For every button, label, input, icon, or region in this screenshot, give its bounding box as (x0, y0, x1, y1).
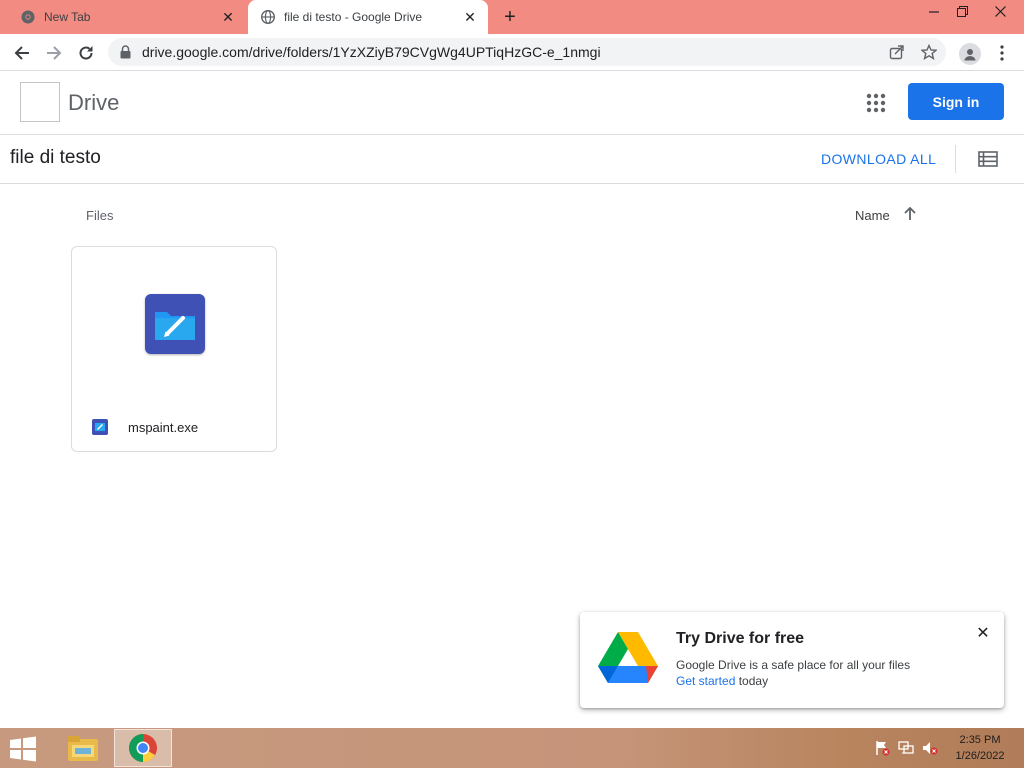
promo-description: Google Drive is a safe place for all you… (676, 658, 911, 672)
tab-new-tab[interactable]: New Tab ✕ (8, 0, 246, 34)
clock-date: 1/26/2022 (955, 750, 1005, 762)
clock-time: 2:35 PM (959, 734, 1001, 746)
bookmark-star-icon[interactable] (920, 43, 938, 61)
lock-icon[interactable] (120, 45, 131, 64)
windows-taskbar: 2:35 PM 1/26/2022 (0, 728, 1024, 768)
windows-start-icon[interactable] (8, 736, 38, 762)
google-apps-grid-icon[interactable] (865, 92, 887, 114)
tab-title: New Tab (44, 10, 91, 24)
close-window-icon[interactable] (984, 0, 1016, 22)
restore-icon[interactable] (946, 0, 978, 22)
reload-icon[interactable] (72, 39, 100, 67)
get-started-link[interactable]: Get started (676, 674, 735, 688)
brand-name: Drive (68, 90, 120, 115)
google-drive-logo-icon (598, 632, 658, 686)
file-explorer-icon[interactable] (54, 729, 112, 767)
url-text: drive.google.com/drive/folders/1YzXZiyB7… (142, 44, 601, 60)
promo-cta-suffix: today (735, 674, 769, 688)
file-name: mspaint.exe (128, 420, 199, 435)
tab-google-drive[interactable]: file di testo - Google Drive ✕ (248, 0, 488, 34)
close-promo-icon[interactable]: ✕ (975, 625, 991, 642)
browser-tab-strip: New Tab ✕ file di testo - Google Drive ✕… (0, 0, 1024, 34)
action-center-flag-icon[interactable] (874, 740, 890, 756)
download-all-button[interactable]: DOWNLOAD ALL (821, 151, 936, 167)
system-clock[interactable]: 2:35 PM 1/26/2022 (948, 732, 1012, 764)
file-card[interactable]: mspaint.exe (71, 246, 277, 452)
share-icon[interactable] (888, 43, 906, 61)
folder-title: file di testo (10, 147, 101, 168)
network-icon[interactable] (898, 740, 914, 756)
chrome-icon (20, 9, 36, 25)
close-tab-icon[interactable]: ✕ (460, 7, 480, 27)
tab-title: file di testo - Google Drive (284, 10, 423, 24)
new-tab-button[interactable]: + (498, 6, 522, 28)
sort-by-name-button[interactable]: Name (855, 208, 890, 223)
volume-muted-icon[interactable] (922, 740, 938, 756)
close-tab-icon[interactable]: ✕ (218, 7, 238, 27)
try-drive-promo: Try Drive for free Google Drive is a saf… (580, 612, 1004, 708)
browser-toolbar: drive.google.com/drive/folders/1YzXZiyB7… (0, 34, 1024, 71)
promo-title: Try Drive for free (676, 630, 805, 647)
address-bar[interactable]: drive.google.com/drive/folders/1YzXZiyB7… (108, 38, 946, 66)
drive-logo-broken-image[interactable] (20, 82, 60, 122)
folder-bar: file di testo DOWNLOAD ALL (0, 135, 1024, 184)
divider (955, 145, 956, 173)
files-section-label: Files (86, 208, 114, 223)
drive-header: Drive Sign in (0, 71, 1024, 135)
paint-file-type-icon (92, 419, 108, 435)
file-thumbnail-paint-icon (145, 294, 205, 354)
list-view-icon[interactable] (978, 150, 998, 168)
browser-menu-icon[interactable] (994, 41, 1010, 65)
back-arrow-icon[interactable] (8, 39, 36, 67)
chrome-taskbar-icon[interactable] (114, 729, 172, 767)
sign-in-button[interactable]: Sign in (908, 83, 1004, 120)
globe-icon (260, 9, 276, 25)
forward-arrow-icon[interactable] (40, 39, 68, 67)
profile-avatar-icon[interactable] (959, 43, 981, 65)
promo-cta-line: Get started today (676, 674, 768, 688)
sort-ascending-arrow-icon[interactable] (901, 205, 919, 223)
